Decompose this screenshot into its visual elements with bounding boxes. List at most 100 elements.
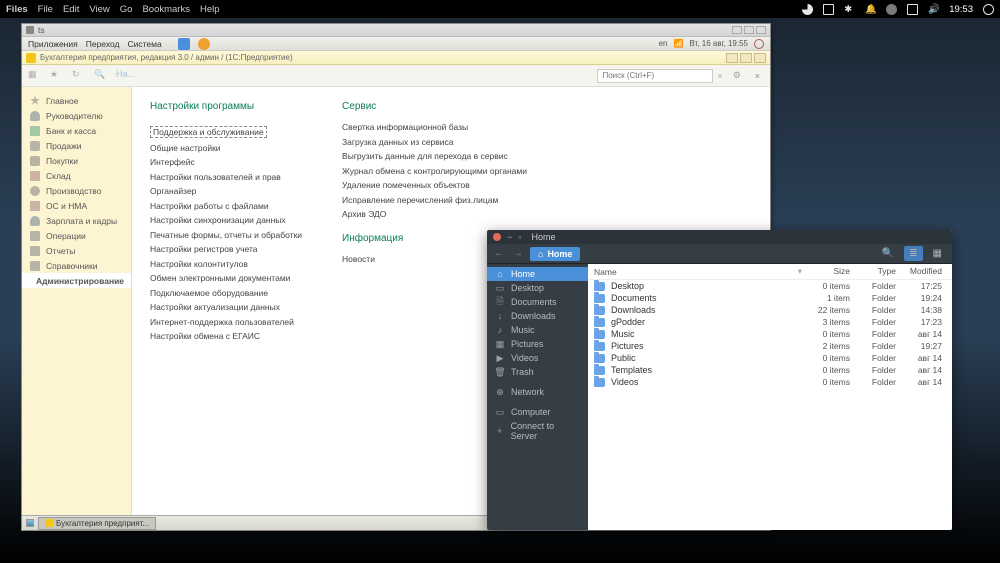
keyboard-indicator[interactable]: en [659, 39, 668, 48]
settings-link[interactable]: Настройки колонтитулов [150, 259, 302, 269]
show-desktop-icon[interactable] [26, 519, 34, 527]
volume-icon[interactable] [823, 4, 834, 15]
settings-icon[interactable]: ⚙ [733, 70, 745, 82]
menu-go[interactable]: Go [120, 4, 133, 15]
star-icon[interactable]: ★ [50, 69, 64, 83]
settings-link[interactable]: Загрузка данных из сервиса [342, 137, 527, 147]
grid-icon[interactable]: ▦ [28, 69, 42, 83]
settings-link[interactable]: Журнал обмена с контролирующими органами [342, 166, 527, 176]
menu-bookmarks[interactable]: Bookmarks [142, 4, 190, 15]
settings-link[interactable]: Свертка информационной базы [342, 122, 527, 132]
menu-help[interactable]: Help [200, 4, 220, 15]
maximize-icon[interactable]: ▫ [518, 232, 521, 242]
file-row[interactable]: gPodder3 itemsFolder17:23 [588, 316, 952, 328]
app-window-controls[interactable] [726, 53, 766, 63]
forward-icon[interactable]: → [511, 248, 525, 259]
places-item[interactable]: ▭Desktop [487, 281, 588, 295]
file-row[interactable]: Templates0 itemsFolderавг 14 [588, 364, 952, 376]
settings-link[interactable]: Настройки регистров учета [150, 244, 302, 254]
menu-file[interactable]: File [38, 4, 53, 15]
clear-search-icon[interactable]: × [713, 71, 726, 81]
settings-link[interactable]: Органайзер [150, 186, 302, 196]
minimize-icon[interactable]: − [507, 232, 512, 242]
settings-link[interactable]: Интерфейс [150, 157, 302, 167]
panel-menu-item[interactable]: Приложения [28, 39, 78, 49]
file-row[interactable]: Downloads22 itemsFolder14:38 [588, 304, 952, 316]
search-input[interactable] [597, 69, 713, 83]
panel-clock[interactable]: Вт, 16 авг, 19:55 [689, 39, 748, 48]
places-item[interactable]: ▶Videos [487, 351, 588, 365]
panel-menu-item[interactable]: Переход [86, 39, 120, 49]
settings-link[interactable]: Общие настройки [150, 143, 302, 153]
sidebar-item[interactable]: Банк и касса [22, 123, 131, 138]
battery-icon[interactable] [907, 4, 918, 15]
search-icon[interactable]: 🔍 [94, 69, 108, 83]
places-item[interactable]: 🗎Documents [487, 295, 588, 309]
settings-link[interactable]: Настройки актуализации данных [150, 302, 302, 312]
places-item[interactable]: ▦Pictures [487, 337, 588, 351]
list-view-icon[interactable]: ≣ [904, 246, 922, 261]
sidebar-item[interactable]: Производство [22, 183, 131, 198]
settings-link[interactable]: Настройки пользователей и прав [150, 172, 302, 182]
initial-page-link[interactable]: На... [116, 69, 130, 83]
settings-link[interactable]: Исправление перечислений физ.лицам [342, 195, 527, 205]
sidebar-item[interactable]: Склад [22, 168, 131, 183]
settings-link[interactable]: Выгрузить данные для перехода в сервис [342, 151, 527, 161]
taskbar-item[interactable]: Бухгалтерия предприят... [38, 517, 156, 530]
settings-link[interactable]: Архив ЭДО [342, 209, 527, 219]
firefox-icon[interactable] [198, 38, 210, 50]
file-row[interactable]: Pictures2 itemsFolder19:27 [588, 340, 952, 352]
power-icon[interactable] [983, 4, 994, 15]
file-row[interactable]: Desktop0 itemsFolder17:25 [588, 280, 952, 292]
sound-icon[interactable]: 🔊 [928, 4, 939, 15]
sidebar-item[interactable]: Покупки [22, 153, 131, 168]
grid-view-icon[interactable]: ▦ [928, 246, 947, 261]
vnc-titlebar[interactable]: ts [22, 24, 770, 37]
file-list-header[interactable]: Name▾ Size Type Modified [588, 264, 952, 280]
menu-view[interactable]: View [89, 4, 109, 15]
shutdown-icon[interactable] [754, 39, 764, 49]
settings-link[interactable]: Удаление помеченных объектов [342, 180, 527, 190]
settings-link[interactable]: Интернет-поддержка пользователей [150, 317, 302, 327]
menu-edit[interactable]: Edit [63, 4, 79, 15]
sidebar-item[interactable]: Администрирование [22, 273, 131, 288]
sidebar-item[interactable]: Операции [22, 228, 131, 243]
menu-files[interactable]: Files [6, 4, 28, 15]
history-icon[interactable]: ↻ [72, 69, 86, 83]
sidebar-item[interactable]: Руководителю [22, 108, 131, 123]
settings-link[interactable]: Поддержка и обслуживание [150, 126, 267, 138]
sort-indicator-icon[interactable]: ▾ [798, 266, 802, 277]
wifi-icon[interactable] [802, 4, 813, 15]
sidebar-item[interactable]: Зарплата и кадры [22, 213, 131, 228]
sidebar-item[interactable]: Отчеты [22, 243, 131, 258]
notification-icon[interactable]: 🔔 [865, 4, 876, 15]
file-row[interactable]: Documents1 itemFolder19:24 [588, 292, 952, 304]
settings-link[interactable]: Настройки обмена с ЕГАИС [150, 331, 302, 341]
settings-link[interactable]: Подключаемое оборудование [150, 288, 302, 298]
app-titlebar[interactable]: Бухгалтерия предприятия, редакция 3.0 / … [22, 51, 770, 65]
files-titlebar[interactable]: − ▫ Home [487, 230, 952, 244]
user-icon[interactable] [886, 4, 897, 15]
path-button-home[interactable]: ⌂Home [530, 247, 580, 261]
close-panel-icon[interactable]: × [751, 71, 764, 81]
settings-link[interactable]: Настройки синхронизации данных [150, 215, 302, 225]
places-item[interactable]: +Connect to Server [487, 419, 588, 443]
file-row[interactable]: Music0 itemsFolderавг 14 [588, 328, 952, 340]
clock[interactable]: 19:53 [949, 4, 973, 15]
app-icon[interactable] [178, 38, 190, 50]
network-icon[interactable]: 📶 [674, 39, 684, 48]
close-icon[interactable] [493, 233, 501, 241]
panel-menu-item[interactable]: Система [128, 39, 162, 49]
search-icon[interactable]: 🔍 [877, 246, 899, 261]
places-item[interactable]: ▭Computer [487, 405, 588, 419]
sidebar-item[interactable]: Продажи [22, 138, 131, 153]
places-item[interactable]: ⊕Network [487, 385, 588, 399]
settings-link[interactable]: Печатные формы, отчеты и обработки [150, 230, 302, 240]
settings-link[interactable]: Настройки работы с файлами [150, 201, 302, 211]
bluetooth-icon[interactable]: ✱ [844, 4, 855, 15]
sidebar-item[interactable]: Главное [22, 93, 131, 108]
places-item[interactable]: ♪Music [487, 323, 588, 337]
sidebar-item[interactable]: Справочники [22, 258, 131, 273]
places-item[interactable]: ↓Downloads [487, 309, 588, 323]
back-icon[interactable]: ← [492, 248, 506, 259]
